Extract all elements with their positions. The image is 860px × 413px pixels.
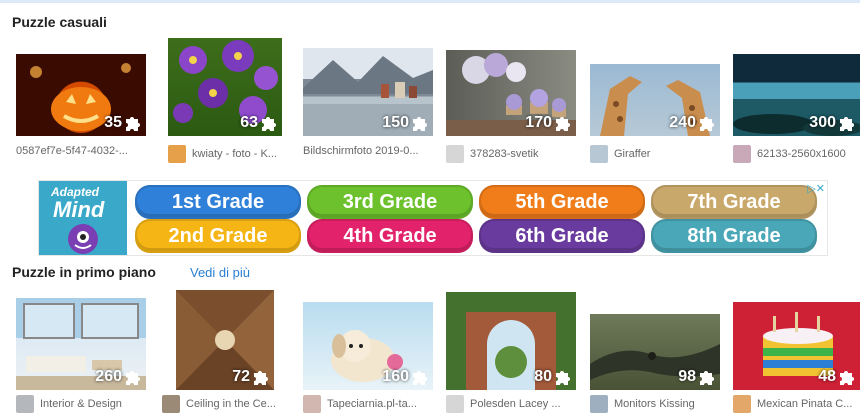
puzzle-piece-icon <box>126 371 140 385</box>
puzzle-piece-icon <box>840 117 854 131</box>
monster-mascot-icon <box>68 224 98 254</box>
puzzle-piece-icon <box>126 117 140 131</box>
puzzle-thumbnail[interactable]: 63 <box>168 38 282 136</box>
piece-count: 300 <box>809 114 856 132</box>
puzzle-thumbnail[interactable]: 72 <box>176 290 274 390</box>
puzzle-caption[interactable]: Mexican Pinata C... <box>733 395 852 413</box>
user-avatar <box>168 145 186 163</box>
puzzle-piece-icon <box>556 117 570 131</box>
puzzle-caption[interactable]: Monitors Kissing <box>590 395 695 413</box>
section-title-casual: Puzzle casuali <box>12 14 107 30</box>
user-avatar <box>303 395 321 413</box>
user-avatar <box>590 145 608 163</box>
user-avatar <box>590 395 608 413</box>
piece-count: 260 <box>95 368 142 386</box>
user-avatar-placeholder <box>446 145 464 163</box>
puzzle-piece-icon <box>413 117 427 131</box>
puzzle-caption[interactable]: 378283-svetik <box>446 145 539 163</box>
puzzle-caption[interactable]: Polesden Lacey ... <box>446 395 561 413</box>
puzzle-caption[interactable]: 62133-2560x1600 <box>733 145 846 163</box>
ad-banner[interactable]: Adapted Mind 1st Grade 3rd Grade 5th Gra… <box>38 180 828 256</box>
grade-button-2nd[interactable]: 2nd Grade <box>135 219 301 253</box>
puzzle-caption[interactable]: Giraffer <box>590 145 650 163</box>
puzzle-caption[interactable]: 0587ef7e-5f47-4032-... <box>16 145 128 157</box>
puzzle-thumbnail[interactable]: 80 <box>446 292 576 390</box>
grade-button-5th[interactable]: 5th Grade <box>479 185 645 219</box>
puzzle-caption[interactable]: Interior & Design <box>16 395 122 413</box>
grade-button-4th[interactable]: 4th Grade <box>307 219 473 253</box>
puzzle-piece-icon <box>840 371 854 385</box>
grade-button-8th[interactable]: 8th Grade <box>651 219 817 253</box>
section-title-featured: Puzzle in primo piano <box>12 264 156 280</box>
piece-count: 160 <box>382 368 429 386</box>
grade-button-1st[interactable]: 1st Grade <box>135 185 301 219</box>
puzzle-piece-icon <box>254 371 268 385</box>
puzzle-thumbnail[interactable]: 150 <box>303 48 433 136</box>
grade-button-6th[interactable]: 6th Grade <box>479 219 645 253</box>
see-more-link[interactable]: Vedi di più <box>190 265 250 280</box>
user-avatar <box>733 395 751 413</box>
puzzle-thumbnail[interactable]: 160 <box>303 302 433 390</box>
grade-button-7th[interactable]: 7th Grade <box>651 185 817 219</box>
puzzle-caption[interactable]: Bildschirmfoto 2019-0... <box>303 145 419 157</box>
puzzle-piece-icon <box>556 371 570 385</box>
top-divider <box>0 0 860 3</box>
piece-count: 98 <box>678 368 716 386</box>
piece-count: 72 <box>232 368 270 386</box>
user-avatar <box>733 145 751 163</box>
piece-count: 170 <box>525 114 572 132</box>
piece-count: 35 <box>104 114 142 132</box>
puzzle-piece-icon <box>262 117 276 131</box>
puzzle-thumbnail[interactable]: 260 <box>16 298 146 390</box>
user-avatar <box>162 395 180 413</box>
puzzle-thumbnail[interactable]: 240 <box>590 64 720 136</box>
puzzle-thumbnail[interactable]: 98 <box>590 314 720 390</box>
puzzle-caption[interactable]: Tapeciarnia.pl-ta... <box>303 395 417 413</box>
piece-count: 240 <box>669 114 716 132</box>
puzzle-piece-icon <box>700 117 714 131</box>
puzzle-caption[interactable]: Ceiling in the Ce... <box>162 395 276 413</box>
adchoices-icon[interactable]: ▷✕ <box>807 182 825 195</box>
grade-button-3rd[interactable]: 3rd Grade <box>307 185 473 219</box>
piece-count: 80 <box>534 368 572 386</box>
piece-count: 150 <box>382 114 429 132</box>
piece-count: 63 <box>240 114 278 132</box>
puzzle-piece-icon <box>700 371 714 385</box>
puzzle-thumbnail[interactable]: 170 <box>446 50 576 136</box>
piece-count: 48 <box>818 368 856 386</box>
user-avatar <box>16 395 34 413</box>
puzzle-caption[interactable]: kwiaty - foto - K... <box>168 145 277 163</box>
puzzle-piece-icon <box>413 371 427 385</box>
user-avatar-placeholder <box>446 395 464 413</box>
puzzle-thumbnail[interactable]: 35 <box>16 54 146 136</box>
ad-brand-logo[interactable]: Adapted Mind <box>39 181 127 255</box>
puzzle-thumbnail[interactable]: 48 <box>733 302 860 390</box>
puzzle-thumbnail[interactable]: 300 <box>733 54 860 136</box>
